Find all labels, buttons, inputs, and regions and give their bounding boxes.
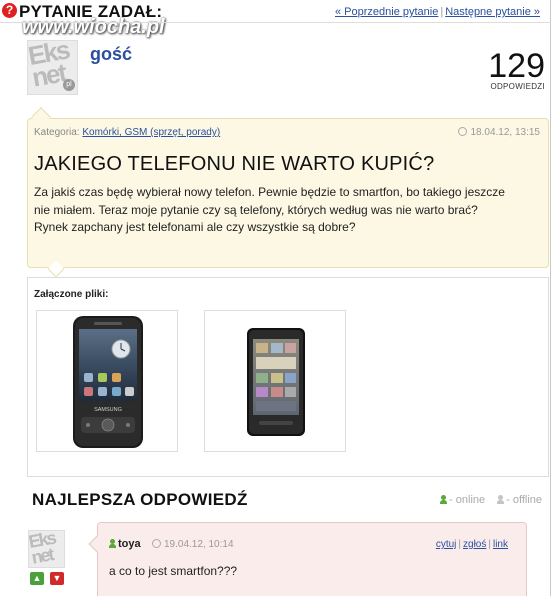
online-user-icon xyxy=(109,539,116,548)
vote-up-button[interactable]: ▲ xyxy=(30,572,44,585)
question-navigation: « Poprzednie pytanie | Następne pytanie » xyxy=(335,6,540,18)
answer-actions: cytuj | zgłoś | link xyxy=(436,539,508,550)
answers-count: 129 xyxy=(488,47,545,85)
question-body: Za jakiś czas będę wybierał nowy telefon… xyxy=(34,185,505,234)
best-answer-heading: NAJLEPSZA ODPOWIEDŹ xyxy=(32,490,248,509)
answer-text: a co to jest smartfon??? xyxy=(109,564,238,578)
page-frame: ? PYTANIE ZADAŁ: www.wiocha.pl « Poprzed… xyxy=(0,0,551,596)
legend-offline-text: - offline xyxy=(506,494,542,506)
question-title: JAKIEGO TELEFONU NIE WARTO KUPIĆ? xyxy=(34,153,435,175)
answer-box xyxy=(97,522,527,596)
category-link[interactable]: Komórki, GSM (sprzęt, porady) xyxy=(82,127,220,138)
answer-avatar-logo-text: Eks net xyxy=(28,530,57,568)
question-date: 18.04.12, 13:15 xyxy=(458,127,540,138)
quote-link[interactable]: cytuj xyxy=(436,539,457,550)
answer-author[interactable]: toya xyxy=(109,538,141,550)
attachment-thumbnail-samsung[interactable]: SAMSUNG xyxy=(36,310,178,452)
answers-count-label: ODPOWIEDZI xyxy=(490,82,545,91)
motorola-phone-image xyxy=(247,328,305,436)
answer-author-avatar[interactable]: Eks net xyxy=(28,530,65,568)
samsung-phone-image: SAMSUNG xyxy=(73,316,143,448)
question-category: Kategoria: Komórki, GSM (sprzęt, porady) xyxy=(34,127,220,138)
legend-online-text: - online xyxy=(449,494,486,506)
vote-down-button[interactable]: ▼ xyxy=(50,572,64,585)
action-separator: | xyxy=(488,539,491,550)
next-question-link[interactable]: Następne pytanie » xyxy=(445,6,540,18)
answer-date: 19.04.12, 10:14 xyxy=(152,539,234,550)
author-name[interactable]: gość xyxy=(90,44,132,65)
question-date-text: 18.04.12, 13:15 xyxy=(470,127,540,138)
category-label: Kategoria: xyxy=(34,127,80,138)
header-divider xyxy=(0,22,551,23)
avatar-badge: pl xyxy=(63,79,75,91)
clock-icon xyxy=(152,539,161,548)
status-legend: - online - offline xyxy=(440,494,542,506)
phone-brand-label: SAMSUNG xyxy=(94,407,122,413)
report-link[interactable]: zgłoś xyxy=(463,539,486,550)
author-avatar[interactable]: Eks net pl xyxy=(27,40,78,95)
answer-author-name[interactable]: toya xyxy=(118,538,141,550)
previous-question-link[interactable]: « Poprzednie pytanie xyxy=(335,6,438,18)
attachment-thumbnail-motorola[interactable] xyxy=(204,310,346,452)
answer-date-text: 19.04.12, 10:14 xyxy=(164,539,234,550)
clock-icon xyxy=(458,127,468,136)
permalink-link[interactable]: link xyxy=(493,539,508,550)
attachments-label: Załączone pliki: xyxy=(34,289,109,300)
online-user-icon xyxy=(440,495,448,504)
question-mark-icon: ? xyxy=(2,3,17,18)
offline-user-icon xyxy=(497,495,505,504)
site-watermark: www.wiocha.pl xyxy=(22,16,165,38)
